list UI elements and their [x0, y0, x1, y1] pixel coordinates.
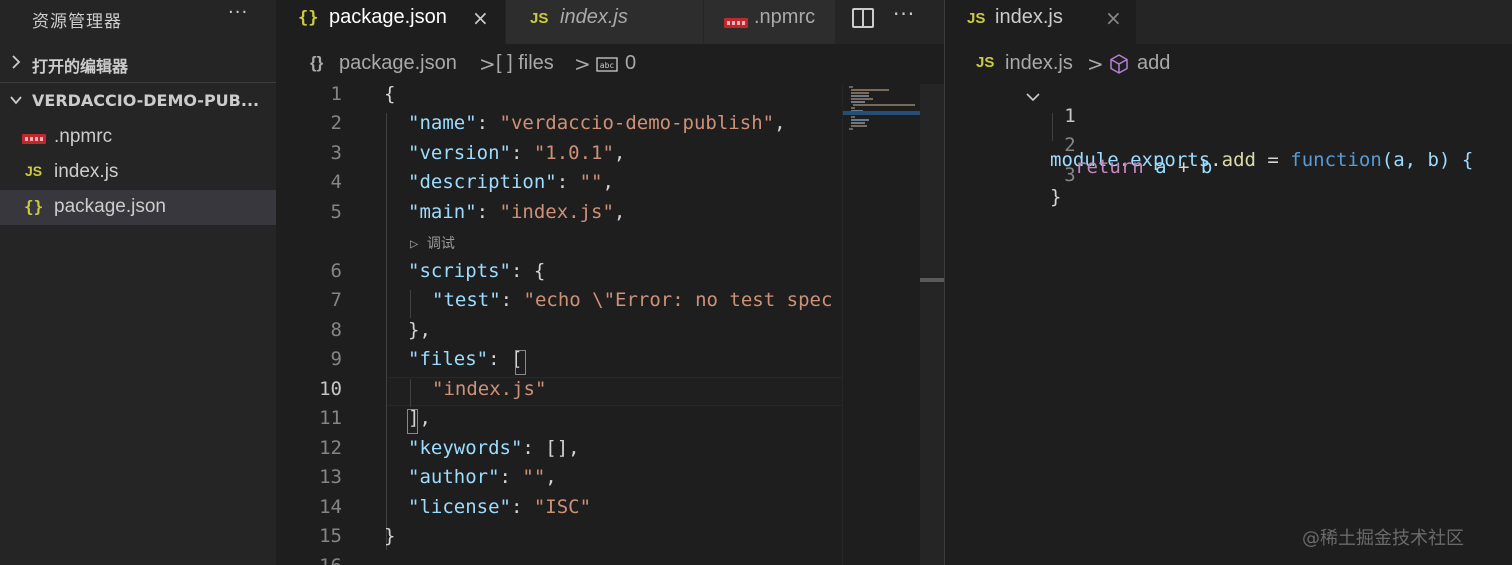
debug-codelens[interactable]: ▷ 调试 — [410, 233, 455, 253]
minimap[interactable] — [842, 84, 921, 565]
code-line: 1 module.exports.add = function(a, b) { — [945, 83, 1473, 171]
code-editor[interactable]: 1{ 2 "name": "verdaccio-demo-publish", 3 "… — [276, 0, 842, 565]
project-section[interactable]: VERDACCIO-DEMO-PUB... — [0, 84, 276, 118]
file-name: package.json — [54, 196, 166, 217]
fold-chevron-icon[interactable] — [1025, 89, 1041, 105]
open-editors-label: 打开的编辑器 — [32, 57, 129, 76]
project-label: VERDACCIO-DEMO-PUB... — [32, 91, 260, 110]
js-icon: JS — [25, 163, 43, 179]
file-name: .npmrc — [54, 126, 113, 147]
code-editor[interactable]: 1 module.exports.add = function(a, b) { … — [945, 0, 1512, 565]
editor-group-right: JS index.js × JS index.js > add 1 module… — [944, 0, 1512, 565]
file-name: index.js — [54, 161, 119, 182]
code-line: 3 } — [1050, 164, 1076, 208]
indent-guide — [410, 290, 411, 318]
file-item-package-json[interactable]: {} package.json — [0, 190, 276, 225]
more-actions-icon[interactable]: ··· — [228, 2, 248, 23]
indent-guide — [386, 113, 387, 550]
bracket-match-highlight — [407, 409, 418, 434]
explorer-title: 资源管理器 — [32, 12, 122, 32]
chevron-right-icon — [12, 55, 21, 69]
file-item-npmrc[interactable]: .npmrc — [0, 120, 276, 155]
section-divider — [0, 82, 276, 83]
explorer-header: 资源管理器 ··· — [0, 0, 276, 36]
chevron-down-icon — [10, 96, 22, 105]
file-item-index-js[interactable]: JS index.js — [0, 155, 276, 190]
json-icon: {} — [24, 197, 44, 216]
minimap-selection — [843, 111, 921, 115]
watermark: @稀土掘金技术社区 — [1302, 528, 1464, 549]
scrollbar-thumb[interactable] — [920, 278, 944, 282]
more-actions-icon[interactable]: ··· — [893, 2, 915, 26]
open-editors-section[interactable]: 打开的编辑器 — [0, 46, 276, 80]
split-editor-icon[interactable] — [852, 8, 874, 28]
npm-icon — [22, 132, 46, 148]
code-line: 2 return a + b — [1064, 134, 1213, 178]
explorer-sidebar: 资源管理器 ··· 打开的编辑器 VERDACCIO-DEMO-PUB... .… — [0, 0, 276, 565]
vertical-scrollbar[interactable] — [920, 84, 944, 565]
editor-group-left: {} package.json × JS index.js .npmrc ···… — [276, 0, 944, 565]
bracket-match-highlight — [515, 350, 526, 375]
indent-guide — [410, 379, 411, 407]
